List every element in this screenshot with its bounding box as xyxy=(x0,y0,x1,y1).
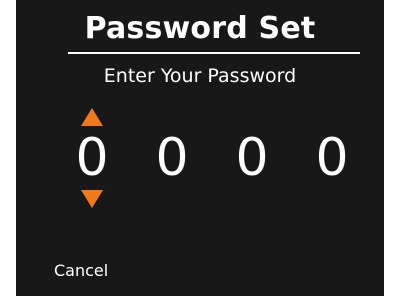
password-digit-1[interactable]: 0 xyxy=(70,128,114,188)
decrement-digit-arrow-icon[interactable] xyxy=(81,190,103,208)
title-divider xyxy=(68,52,360,54)
password-digit-3[interactable]: 0 xyxy=(230,128,274,188)
page-title: Password Set xyxy=(84,11,316,46)
password-digit-4[interactable]: 0 xyxy=(310,128,354,188)
increment-digit-arrow-icon[interactable] xyxy=(81,108,103,126)
subtitle: Enter Your Password xyxy=(103,65,297,87)
password-digit-2[interactable]: 0 xyxy=(150,128,194,188)
cancel-button[interactable]: Cancel xyxy=(54,261,108,281)
password-set-screen: Password Set Enter Your Password 0 0 0 0… xyxy=(16,0,384,296)
